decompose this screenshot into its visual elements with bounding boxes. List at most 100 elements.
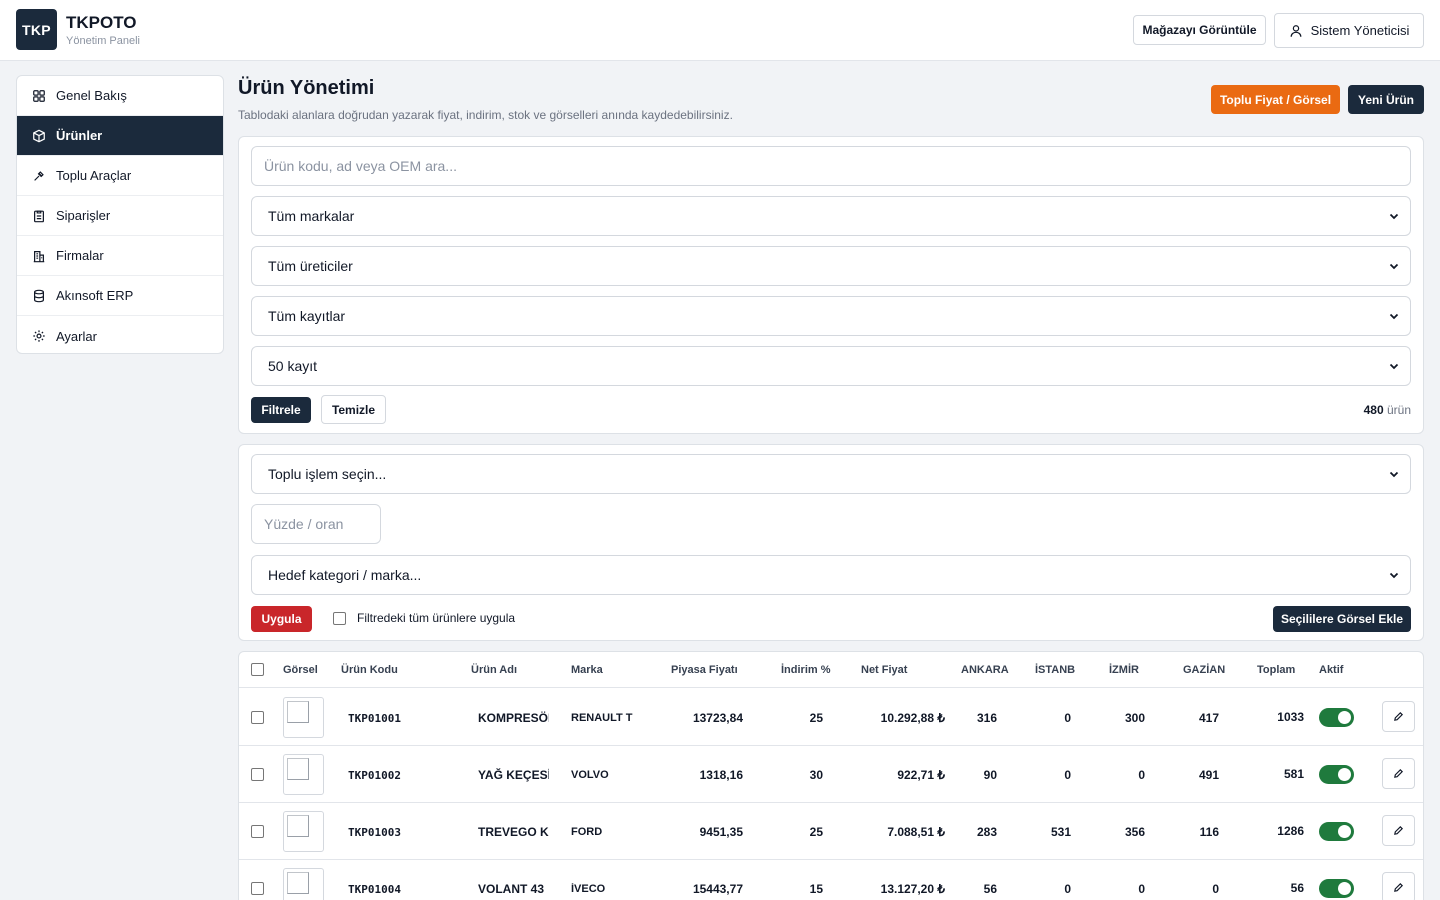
sidebar-item-settings[interactable]: Ayarlar	[17, 316, 223, 353]
col-izmir[interactable]: İZMİR	[1109, 664, 1139, 676]
active-toggle[interactable]	[1319, 708, 1354, 727]
product-image[interactable]	[283, 754, 324, 795]
chevron-down-icon	[1389, 572, 1399, 579]
sidebar-item-bulk-tools[interactable]: Toplu Araçlar	[17, 156, 223, 196]
col-ankara[interactable]: ANKARA	[961, 664, 1009, 676]
stock-ankara-input[interactable]: 56	[961, 882, 997, 896]
search-input[interactable]: Ürün kodu, ad veya OEM ara...	[251, 146, 1411, 186]
active-toggle[interactable]	[1319, 765, 1354, 784]
sidebar-item-erp[interactable]: Akınsoft ERP	[17, 276, 223, 316]
col-image: Görsel	[283, 664, 318, 676]
edit-button[interactable]	[1382, 701, 1415, 732]
user-menu-button[interactable]: Sistem Yöneticisi	[1274, 13, 1424, 48]
net-price: 7.088,51 ₺	[887, 825, 945, 839]
market-price-input[interactable]: 13723,84	[671, 711, 743, 725]
target-select[interactable]: Hedef kategori / marka...	[251, 555, 1411, 595]
brand-name: TKPOTO	[66, 13, 137, 32]
stock-izmir-input[interactable]: 356	[1109, 825, 1145, 839]
stock-istanbul-input[interactable]: 531	[1035, 825, 1071, 839]
row-checkbox[interactable]	[251, 882, 264, 895]
net-price: 13.127,20 ₺	[880, 882, 945, 896]
discount-input[interactable]: 15	[781, 882, 823, 896]
record-select-value: Tüm kayıtlar	[268, 308, 346, 324]
percent-input[interactable]: Yüzde / oran	[251, 504, 381, 544]
active-toggle[interactable]	[1319, 879, 1354, 898]
bulk-action-select[interactable]: Toplu işlem seçin...	[251, 454, 1411, 494]
col-code[interactable]: Ürün Kodu	[341, 664, 398, 676]
bulk-price-image-button[interactable]: Toplu Fiyat / Görsel	[1211, 85, 1340, 114]
record-select[interactable]: Tüm kayıtlar	[251, 296, 1411, 336]
stock-izmir-input[interactable]: 300	[1109, 711, 1145, 725]
col-istanbul[interactable]: İSTANB	[1035, 664, 1075, 676]
col-net-price[interactable]: Net Fiyat	[861, 664, 907, 676]
page-size-select[interactable]: 50 kayıt	[251, 346, 1411, 386]
product-image[interactable]	[283, 868, 324, 900]
discount-input[interactable]: 30	[781, 768, 823, 782]
database-icon	[34, 289, 44, 302]
stock-ankara-input[interactable]: 90	[961, 768, 997, 782]
filter-button[interactable]: Filtrele	[251, 397, 311, 423]
stock-istanbul-input[interactable]: 0	[1035, 768, 1071, 782]
stock-gaziantep-input[interactable]: 491	[1183, 768, 1219, 782]
row-checkbox[interactable]	[251, 825, 264, 838]
sidebar-item-label: Ürünler	[56, 128, 103, 143]
brand-select[interactable]: Tüm markalar	[251, 196, 1411, 236]
manufacturer-select[interactable]: Tüm üreticiler	[251, 246, 1411, 286]
pencil-icon	[1394, 882, 1404, 892]
tool-icon	[34, 170, 44, 181]
sidebar-item-companies[interactable]: Firmalar	[17, 236, 223, 276]
sidebar-item-orders[interactable]: Siparişler	[17, 196, 223, 236]
edit-button[interactable]	[1382, 758, 1415, 789]
broken-image-icon	[287, 815, 309, 837]
product-code: TKP01003	[348, 826, 401, 839]
stock-ankara-input[interactable]: 283	[961, 825, 997, 839]
stock-gaziantep-input[interactable]: 417	[1183, 711, 1219, 725]
col-total[interactable]: Toplam	[1257, 664, 1295, 676]
stock-istanbul-input[interactable]: 0	[1035, 882, 1071, 896]
stock-gaziantep-input[interactable]: 116	[1183, 825, 1219, 839]
col-name[interactable]: Ürün Adı	[471, 664, 517, 676]
market-price-input[interactable]: 1318,16	[671, 768, 743, 782]
stock-istanbul-input[interactable]: 0	[1035, 711, 1071, 725]
product-name[interactable]: TREVEGO K	[478, 825, 549, 839]
product-count-value: 480	[1363, 403, 1384, 417]
sidebar-item-products[interactable]: Ürünler	[17, 116, 223, 156]
product-name[interactable]: KOMPRESÖR	[478, 711, 549, 725]
apply-button[interactable]: Uygula	[251, 606, 312, 632]
market-price-input[interactable]: 15443,77	[671, 882, 743, 896]
logo[interactable]: TKP	[16, 9, 57, 50]
pencil-icon	[1394, 825, 1404, 835]
view-store-button[interactable]: Mağazayı Görüntüle	[1133, 15, 1266, 45]
stock-total: 581	[1283, 767, 1304, 781]
edit-button[interactable]	[1382, 815, 1415, 846]
row-checkbox[interactable]	[251, 711, 264, 724]
col-active: Aktif	[1319, 664, 1344, 676]
product-name[interactable]: VOLANT 43	[478, 882, 549, 896]
stock-izmir-input[interactable]: 0	[1109, 882, 1145, 896]
apply-all-checkbox[interactable]	[333, 612, 346, 625]
table-row: TKP01004 VOLANT 43 İVECO 15443,77 15 13.…	[239, 860, 1423, 900]
product-image[interactable]	[283, 811, 324, 852]
discount-input[interactable]: 25	[781, 825, 823, 839]
sidebar-item-overview[interactable]: Genel Bakış	[17, 76, 223, 116]
product-name[interactable]: YAĞ KEÇESİ	[478, 768, 549, 782]
select-all-checkbox[interactable]	[251, 663, 264, 676]
product-image[interactable]	[283, 697, 324, 738]
col-brand[interactable]: Marka	[571, 664, 603, 676]
col-gaziantep[interactable]: GAZİAN	[1183, 664, 1225, 676]
add-image-to-selected-button[interactable]: Seçililere Görsel Ekle	[1273, 606, 1411, 632]
edit-button[interactable]	[1382, 872, 1415, 900]
sidebar-item-label: Genel Bakış	[56, 88, 127, 103]
stock-izmir-input[interactable]: 0	[1109, 768, 1145, 782]
market-price-input[interactable]: 9451,35	[671, 825, 743, 839]
clear-button[interactable]: Temizle	[321, 395, 386, 424]
grid-icon	[33, 89, 45, 102]
discount-input[interactable]: 25	[781, 711, 823, 725]
col-market-price[interactable]: Piyasa Fiyatı	[671, 664, 738, 676]
stock-ankara-input[interactable]: 316	[961, 711, 997, 725]
stock-gaziantep-input[interactable]: 0	[1183, 882, 1219, 896]
new-product-button[interactable]: Yeni Ürün	[1348, 85, 1424, 114]
active-toggle[interactable]	[1319, 822, 1354, 841]
col-discount[interactable]: İndirim %	[781, 664, 831, 676]
row-checkbox[interactable]	[251, 768, 264, 781]
